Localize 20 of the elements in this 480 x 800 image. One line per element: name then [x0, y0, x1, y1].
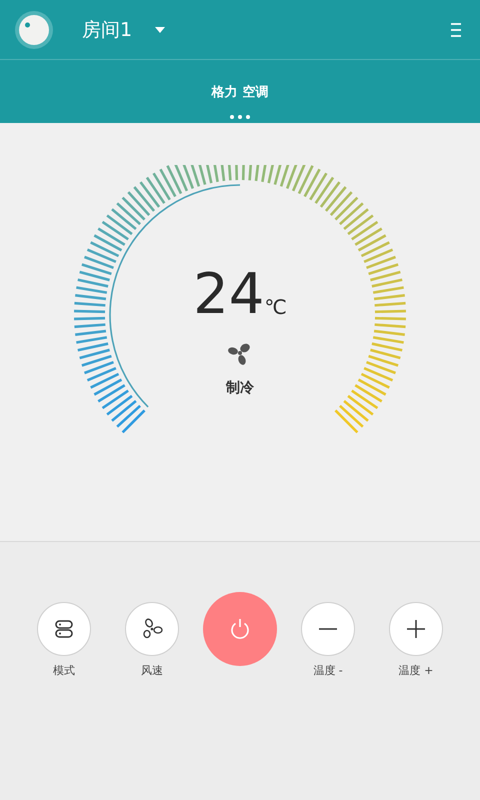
control-label: 温度 +	[398, 663, 434, 678]
temperature-up-button[interactable]	[389, 602, 443, 656]
plus-icon	[404, 617, 428, 641]
control-label: 模式	[53, 663, 75, 678]
room-title: 房间1	[82, 18, 132, 42]
minus-icon	[316, 628, 340, 630]
menu-icon[interactable]	[450, 22, 462, 38]
temperature-unit: ℃	[264, 295, 287, 319]
page-dots-icon	[230, 115, 250, 119]
temperature-value: 24	[193, 265, 264, 325]
device-title: 格力 空调	[212, 84, 268, 101]
mode-label: 制冷	[226, 379, 254, 397]
caret-icon[interactable]	[154, 26, 166, 34]
control-label: 风速	[141, 663, 163, 678]
mode-button[interactable]	[37, 602, 91, 656]
power-icon	[229, 617, 251, 641]
fan-speed-button[interactable]	[125, 602, 179, 656]
control-label: 温度 -	[313, 663, 343, 678]
knob-icon[interactable]	[14, 10, 54, 50]
fan-icon	[228, 343, 252, 365]
